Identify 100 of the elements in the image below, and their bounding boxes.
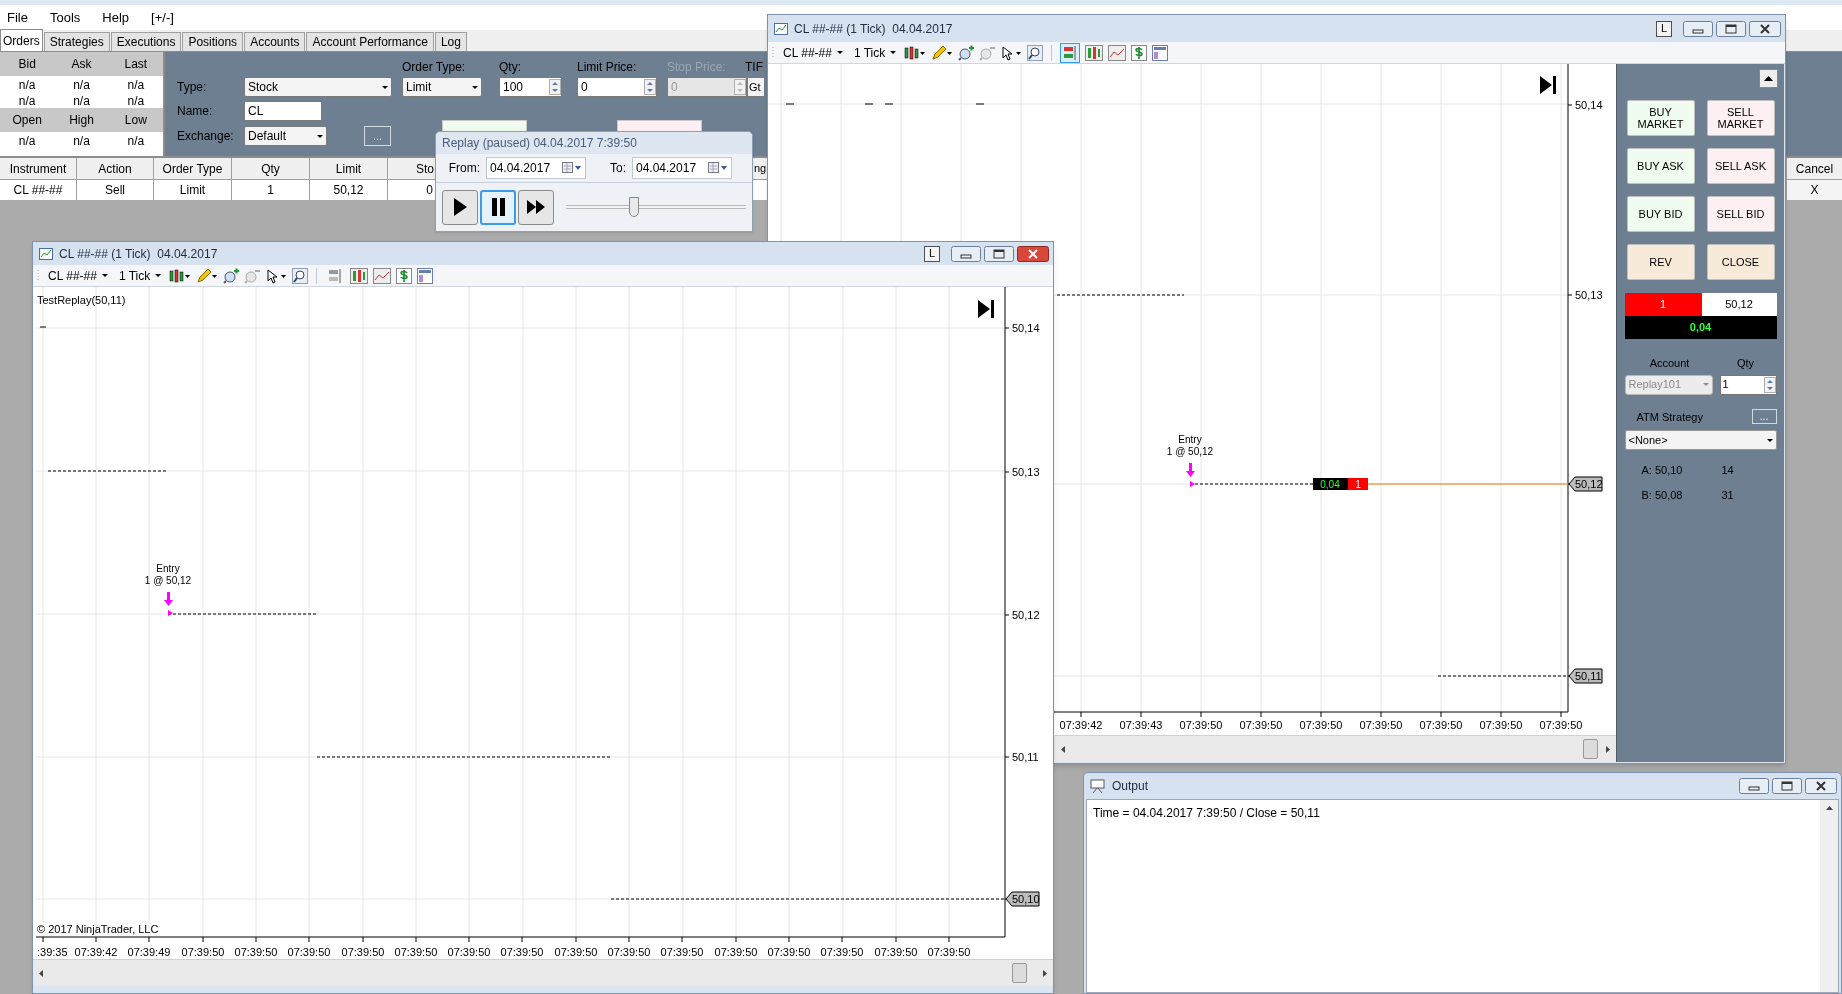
caret-icon[interactable] [472, 85, 478, 89]
column-header[interactable]: Sto [388, 158, 435, 179]
l-button[interactable]: L [1656, 20, 1672, 37]
instrument-dropdown[interactable]: CL ##-## [780, 43, 846, 62]
scroll-left-icon[interactable] [1061, 745, 1065, 753]
scrollbar[interactable] [1055, 735, 1616, 762]
scroll-up-button[interactable] [1759, 69, 1778, 88]
line-chart-icon[interactable] [1108, 44, 1127, 61]
instrument-dropdown[interactable]: CL ##-## [45, 266, 111, 285]
tab[interactable]: Strategies [43, 32, 110, 51]
up-arrow-icon[interactable] [1764, 76, 1773, 81]
menu-item[interactable]: File [7, 7, 28, 28]
pointer-dropdown-icon[interactable] [1000, 44, 1023, 61]
limit-price-field[interactable]: 0 [577, 77, 657, 97]
order-button[interactable]: SELL MARKET [1706, 100, 1775, 136]
output-icon[interactable] [1090, 779, 1106, 793]
menu-item[interactable]: [+/-] [151, 7, 174, 28]
interval-dropdown[interactable]: 1 Tick [115, 266, 165, 285]
bar-chart-icon[interactable] [350, 267, 369, 284]
spinner-arrows-icon[interactable] [1763, 376, 1776, 393]
zoom-in-icon[interactable] [958, 44, 975, 61]
date-field[interactable]: 04.04.2017 [632, 157, 732, 179]
order-type-dropdown[interactable]: Limit [402, 77, 482, 97]
candlestick-dropdown-icon[interactable] [904, 44, 927, 61]
spinner-arrows-icon[interactable] [549, 79, 561, 95]
menu-item[interactable]: Help [102, 7, 130, 28]
line-chart-icon[interactable] [373, 267, 392, 284]
type-dropdown[interactable]: Stock [244, 77, 392, 97]
dollar-icon[interactable] [1131, 44, 1148, 61]
close-icon[interactable] [1017, 245, 1049, 262]
close-icon[interactable] [1805, 778, 1837, 794]
column-header[interactable]: Order Type [154, 158, 232, 179]
qty-field[interactable]: 100 [499, 77, 562, 97]
maximize-icon[interactable] [984, 245, 1014, 262]
menu-item[interactable]: Tools [49, 7, 81, 28]
tab[interactable]: Orders [0, 29, 43, 51]
column-header[interactable]: ng [754, 158, 767, 179]
atm-strategy-dropdown[interactable]: <None> [1624, 430, 1777, 450]
chart-icon[interactable] [774, 22, 788, 35]
order-button[interactable]: BUY MARKET [1626, 100, 1695, 136]
more-button[interactable]: ... [364, 126, 391, 146]
order-button[interactable]: SELL ASK [1706, 148, 1775, 184]
chart-trader-icon[interactable] [1060, 42, 1081, 63]
tab[interactable]: Executions [110, 32, 182, 51]
l-button[interactable]: L [924, 245, 940, 262]
caret-icon[interactable] [382, 85, 388, 89]
go-to-end-icon[interactable] [978, 300, 994, 318]
tab[interactable]: Log [434, 32, 467, 51]
tab[interactable]: Account Performance [306, 32, 434, 51]
bar-chart-icon[interactable] [1085, 44, 1104, 61]
scroll-up-icon[interactable] [1825, 806, 1833, 810]
calendar-icon[interactable] [562, 162, 582, 174]
dollar-icon[interactable] [396, 267, 413, 284]
calendar-icon[interactable] [708, 162, 728, 174]
order-button[interactable]: REV [1626, 244, 1695, 280]
magnifier-icon[interactable] [292, 267, 309, 284]
pencil-dropdown-icon[interactable] [931, 44, 954, 61]
name-field[interactable]: CL [244, 101, 322, 121]
order-button[interactable]: SELL BID [1706, 196, 1775, 232]
caret-icon[interactable] [101, 274, 108, 277]
order-button[interactable]: BUY ASK [1626, 148, 1695, 184]
slider-track[interactable] [566, 197, 746, 217]
column-header[interactable]: Action [77, 158, 154, 179]
go-to-end-icon[interactable] [1540, 76, 1556, 94]
caret-icon[interactable] [155, 274, 162, 277]
scroll-right-icon[interactable] [1606, 745, 1610, 753]
more-button[interactable]: ... [1751, 409, 1777, 425]
spinner-arrows-icon[interactable] [644, 79, 656, 95]
close-icon[interactable] [1749, 20, 1781, 37]
date-field[interactable]: 04.04.2017 [486, 157, 586, 179]
tab[interactable]: Positions [182, 32, 244, 51]
scrollbar[interactable] [1820, 800, 1838, 992]
pointer-dropdown-icon[interactable] [265, 267, 288, 284]
chart-icon[interactable] [39, 247, 53, 260]
column-header[interactable]: Qty [232, 158, 310, 179]
zoom-in-icon[interactable] [223, 267, 240, 284]
caret-icon[interactable] [317, 134, 323, 138]
qty-field[interactable]: 1 [1719, 374, 1777, 395]
scroll-thumb[interactable] [1583, 739, 1598, 759]
scroll-right-icon[interactable] [1043, 969, 1047, 977]
scroll-left-icon[interactable] [39, 969, 43, 977]
cancel-button[interactable]: X [1786, 180, 1842, 200]
column-header[interactable]: Instrument [0, 158, 77, 179]
order-button[interactable]: BUY BID [1626, 196, 1695, 232]
maximize-icon[interactable] [1772, 778, 1802, 794]
tab[interactable]: Accounts [244, 32, 306, 51]
interval-dropdown[interactable]: 1 Tick [850, 43, 900, 62]
properties-icon[interactable] [1152, 44, 1169, 61]
properties-icon[interactable] [417, 267, 434, 284]
scroll-thumb[interactable] [1012, 963, 1027, 983]
exchange-dropdown[interactable]: Default [244, 126, 327, 146]
caret-icon[interactable] [1766, 438, 1773, 442]
scrollbar[interactable] [33, 959, 1053, 986]
column-header[interactable]: Limit [310, 158, 388, 179]
magnifier-icon[interactable] [1027, 44, 1044, 61]
candlestick-dropdown-icon[interactable] [169, 267, 192, 284]
slider-thumb[interactable] [629, 197, 640, 217]
maximize-icon[interactable] [1716, 20, 1746, 37]
order-button[interactable]: CLOSE [1706, 244, 1775, 280]
pencil-dropdown-icon[interactable] [196, 267, 219, 284]
